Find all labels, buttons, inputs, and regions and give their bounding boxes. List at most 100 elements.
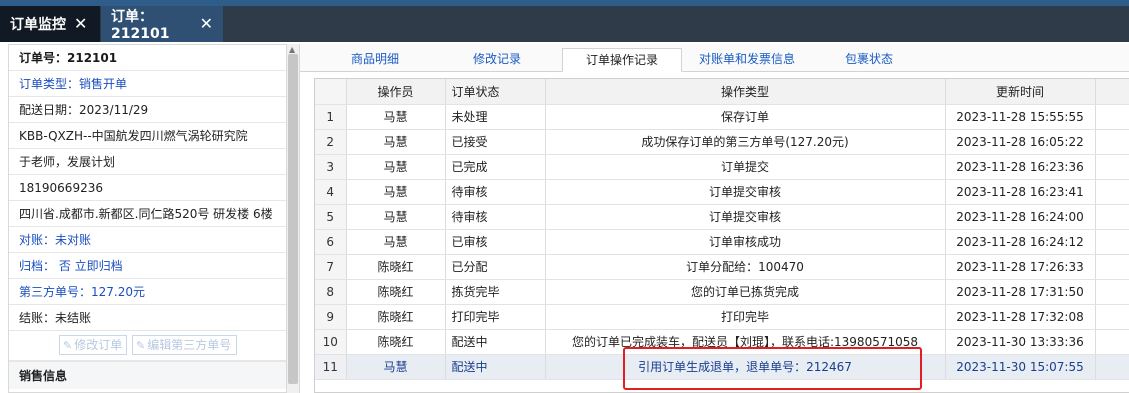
filler-cell bbox=[1095, 154, 1129, 180]
status-cell: 已完成 bbox=[445, 154, 546, 180]
table-row[interactable]: 2 马慧 已接受 成功保存订单的第三方单号(127.20元) 2023-11-28 16… bbox=[315, 129, 1129, 155]
action-type-cell: 订单提交 bbox=[545, 154, 946, 180]
tab-order-monitor[interactable]: 订单监控 ✕ bbox=[0, 6, 100, 42]
contact-person: 于老师，发展计划 bbox=[9, 149, 286, 175]
update-time-cell: 2023-11-28 16:23:36 bbox=[945, 154, 1096, 180]
filler-cell bbox=[1095, 329, 1129, 355]
update-time-cell: 2023-11-28 15:55:55 bbox=[945, 104, 1096, 130]
column-header-status[interactable]: 订单状态 bbox=[445, 79, 546, 105]
order-type: 订单类型：销售开单 bbox=[9, 71, 286, 97]
filler-cell bbox=[1095, 179, 1129, 205]
row-index-cell: 5 bbox=[315, 204, 347, 230]
operator-cell: 马慧 bbox=[346, 154, 446, 180]
filler-cell bbox=[1095, 254, 1129, 280]
action-type-cell: 保存订单 bbox=[545, 104, 946, 130]
row-index-cell: 3 bbox=[315, 154, 347, 180]
scrollbar-thumb[interactable] bbox=[288, 54, 298, 384]
operator-cell: 马慧 bbox=[346, 179, 446, 205]
delivery-date: 配送日期：2023/11/29 bbox=[9, 97, 286, 123]
table-row[interactable]: 8 陈晓红 拣货完毕 您的订单已拣货完成 2023-11-28 17:31:50 bbox=[315, 279, 1129, 305]
tab-product-details[interactable]: 商品明细 bbox=[330, 48, 420, 72]
update-time-cell: 2023-11-30 15:07:55 bbox=[945, 354, 1096, 380]
filler-cell bbox=[1095, 229, 1129, 255]
operator-cell: 陈晓红 bbox=[346, 279, 446, 305]
status-cell: 已审核 bbox=[445, 229, 546, 255]
row-index-cell: 4 bbox=[315, 179, 347, 205]
order-info-panel: 订单号：212101 订单类型：销售开单 配送日期：2023/11/29 KBB… bbox=[8, 44, 287, 393]
table-row[interactable]: 6 马慧 已审核 订单审核成功 2023-11-28 16:24:12 bbox=[315, 229, 1129, 255]
filler-cell bbox=[1095, 279, 1129, 305]
column-header-operator[interactable]: 操作员 bbox=[346, 79, 446, 105]
action-type-cell: 订单分配给：100470 bbox=[545, 254, 946, 280]
filler-cell bbox=[1095, 354, 1129, 380]
archive-status[interactable]: 归档： 否 立即归档 bbox=[9, 253, 286, 279]
edit-third-party-label: 编辑第三方单号 bbox=[147, 338, 232, 352]
table-row[interactable]: 3 马慧 已完成 订单提交 2023-11-28 16:23:36 bbox=[315, 154, 1129, 180]
row-index-cell: 9 bbox=[315, 304, 347, 330]
update-time-cell: 2023-11-28 16:24:00 bbox=[945, 204, 1096, 230]
action-type-cell: 成功保存订单的第三方单号(127.20元) bbox=[545, 129, 946, 155]
edit-order-button[interactable]: ✎ 修改订单 bbox=[59, 335, 127, 355]
operator-cell: 马慧 bbox=[346, 229, 446, 255]
customer-name: KBB-QXZH--中国航发四川燃气涡轮研究院 bbox=[9, 123, 286, 149]
detail-tabs: 商品明细 修改记录 订单操作记录 对账单和发票信息 包裹状态 bbox=[300, 44, 1129, 72]
row-index-cell: 1 bbox=[315, 104, 347, 130]
update-time-cell: 2023-11-30 13:33:36 bbox=[945, 329, 1096, 355]
filler-cell bbox=[1095, 204, 1129, 230]
column-header-index bbox=[315, 79, 347, 105]
action-type-cell: 订单提交审核 bbox=[545, 204, 946, 230]
operator-cell: 陈晓红 bbox=[346, 304, 446, 330]
row-index-cell: 2 bbox=[315, 129, 347, 155]
status-cell: 已接受 bbox=[445, 129, 546, 155]
tab-modify-records[interactable]: 修改记录 bbox=[452, 48, 542, 72]
action-type-cell: 打印完毕 bbox=[545, 304, 946, 330]
table-row[interactable]: 1 马慧 未处理 保存订单 2023-11-28 15:55:55 bbox=[315, 104, 1129, 130]
update-time-cell: 2023-11-28 17:26:33 bbox=[945, 254, 1096, 280]
update-time-cell: 2023-11-28 16:24:12 bbox=[945, 229, 1096, 255]
operator-cell: 陈晓红 bbox=[346, 329, 446, 355]
tab-operation-records[interactable]: 订单操作记录 bbox=[562, 48, 682, 72]
tab-package-status[interactable]: 包裹状态 bbox=[834, 48, 904, 72]
action-type-cell: 您的订单已完成装车，配送员【刘琨】，联系电话:13980571058 bbox=[545, 329, 946, 355]
operator-cell: 陈晓红 bbox=[346, 254, 446, 280]
close-icon[interactable]: ✕ bbox=[74, 16, 87, 32]
update-time-cell: 2023-11-28 16:23:41 bbox=[945, 179, 1096, 205]
tab-label: 订单：212101 bbox=[111, 9, 170, 42]
status-cell: 待审核 bbox=[445, 179, 546, 205]
operation-record-grid: 操作员 订单状态 操作类型 更新时间 1 马慧 未处理 保存订单 2023-11-28 … bbox=[314, 78, 1129, 393]
operator-cell: 马慧 bbox=[346, 354, 446, 380]
left-panel-scrollbar[interactable]: ▲ bbox=[287, 44, 299, 393]
page-tab-strip: 订单监控 ✕ 订单：212101 ✕ bbox=[0, 6, 1129, 42]
row-index-cell: 10 bbox=[315, 329, 347, 355]
table-header-row: 操作员 订单状态 操作类型 更新时间 bbox=[315, 79, 1129, 105]
table-row[interactable]: 10 陈晓红 配送中 您的订单已完成装车，配送员【刘琨】，联系电话:139805710… bbox=[315, 329, 1129, 355]
row-index-cell: 11 bbox=[315, 354, 347, 380]
column-header-time[interactable]: 更新时间 bbox=[945, 79, 1096, 105]
table-row[interactable]: 9 陈晓红 打印完毕 打印完毕 2023-11-28 17:32:08 bbox=[315, 304, 1129, 330]
row-index-cell: 7 bbox=[315, 254, 347, 280]
table-row[interactable]: 4 马慧 待审核 订单提交审核 2023-11-28 16:23:41 bbox=[315, 179, 1129, 205]
action-type-cell: 订单提交审核 bbox=[545, 179, 946, 205]
column-header-action[interactable]: 操作类型 bbox=[545, 79, 946, 105]
table-row[interactable]: 5 马慧 待审核 订单提交审核 2023-11-28 16:24:00 bbox=[315, 204, 1129, 230]
delivery-address: 四川省.成都市.新都区.同仁路520号 研发楼 6楼 bbox=[9, 201, 286, 227]
tab-statement-invoice[interactable]: 对账单和发票信息 bbox=[692, 48, 802, 72]
tab-order-detail[interactable]: 订单：212101 ✕ bbox=[101, 6, 223, 42]
status-cell: 配送中 bbox=[445, 354, 546, 380]
status-cell: 配送中 bbox=[445, 329, 546, 355]
sales-info-header[interactable]: 销售信息 bbox=[9, 361, 286, 389]
scroll-up-icon[interactable]: ▲ bbox=[289, 45, 295, 54]
update-time-cell: 2023-11-28 17:31:50 bbox=[945, 279, 1096, 305]
operator-cell: 马慧 bbox=[346, 129, 446, 155]
close-icon[interactable]: ✕ bbox=[200, 16, 213, 32]
status-cell: 打印完毕 bbox=[445, 304, 546, 330]
status-cell: 已分配 bbox=[445, 254, 546, 280]
action-button-row: ✎ 修改订单 ✎ 编辑第三方单号 bbox=[9, 331, 286, 361]
edit-third-party-button[interactable]: ✎ 编辑第三方单号 bbox=[132, 335, 237, 355]
table-row[interactable]: 11 马慧 配送中 引用订单生成退单，退单单号：212467 2023-11-30 15… bbox=[315, 354, 1129, 380]
edit-order-label: 修改订单 bbox=[74, 338, 123, 352]
settle-status: 结账：未结账 bbox=[9, 305, 286, 331]
table-row[interactable]: 7 陈晓红 已分配 订单分配给：100470 2023-11-28 17:26:33 bbox=[315, 254, 1129, 280]
third-party-number: 第三方单号：127.20元 bbox=[9, 279, 286, 305]
filler-cell bbox=[1095, 304, 1129, 330]
